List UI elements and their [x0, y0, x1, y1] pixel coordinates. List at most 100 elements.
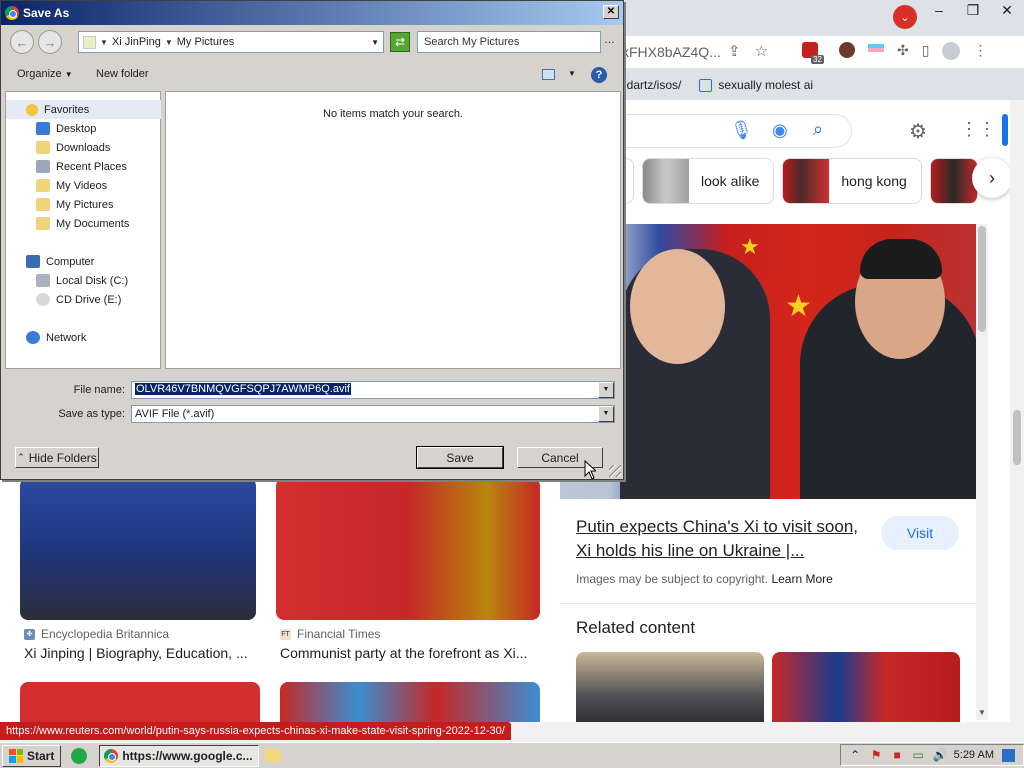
dialog-toolbar: Organize ▼ New folder	[1, 61, 623, 89]
views-icon[interactable]	[542, 69, 555, 80]
save-type-select[interactable]: AVIF File (*.avif) ▼	[131, 405, 615, 423]
result-image[interactable]	[20, 682, 260, 722]
show-desktop-icon[interactable]	[1002, 748, 1015, 762]
resize-grip[interactable]	[609, 465, 621, 477]
breadcrumb-segment[interactable]: Xi JinPing	[112, 36, 161, 48]
dialog-close-icon[interactable]: ✕	[603, 5, 619, 19]
bookmark-item[interactable]: edartz/isos/	[620, 78, 681, 92]
folder-icon[interactable]	[265, 749, 282, 762]
action-center-flag-icon[interactable]: ⚑	[870, 748, 883, 762]
preview-scrollbar[interactable]	[976, 224, 988, 720]
bookmark-star-icon[interactable]: ☆	[755, 42, 768, 60]
page-scrollbar[interactable]	[1010, 100, 1024, 722]
taskbar-chrome-task[interactable]: https://www.google.c...	[99, 744, 260, 767]
omnibox-url[interactable]: kFHX8bAZ4Q...	[622, 44, 721, 60]
tray-expand-icon[interactable]: ⌃	[849, 748, 862, 762]
learn-more-link[interactable]: Learn More	[771, 572, 832, 586]
side-panel-icon[interactable]: ▯	[922, 42, 930, 60]
apps-grid-icon[interactable]: ⋮⋮	[960, 119, 996, 140]
flag-extension-icon[interactable]	[868, 44, 884, 56]
system-tray: ⌃ ⚑ ■ ▭ 🔊 5:29 AM	[839, 744, 1024, 766]
scroll-thumb[interactable]	[1013, 410, 1021, 465]
preview-title-link[interactable]: Putin expects China's Xi to visit soon, …	[576, 515, 876, 563]
forward-arrow-icon[interactable]: →	[38, 30, 62, 54]
documents-icon	[36, 217, 50, 230]
search-options-icon[interactable]: …	[604, 34, 615, 46]
nav-my-documents[interactable]: My Documents	[6, 214, 162, 233]
hide-folders-button[interactable]: ⌃ Hide Folders	[15, 447, 99, 468]
menu-kebab-icon[interactable]: ⋮	[973, 42, 987, 60]
lens-search-icon[interactable]: ◉	[772, 120, 788, 141]
file-list-pane[interactable]: No items match your search.	[165, 91, 621, 369]
nav-network[interactable]: Network	[6, 328, 162, 347]
search-chip[interactable]	[929, 158, 978, 204]
pane-splitter[interactable]	[161, 91, 164, 369]
scroll-down-arrow-icon[interactable]: ▼	[978, 708, 986, 717]
nav-label: CD Drive (E:)	[56, 293, 122, 306]
views-dropdown-icon[interactable]: ▼	[568, 69, 576, 78]
address-dropdown-icon[interactable]: ▼	[371, 38, 379, 47]
bookmark-item[interactable]: sexually molest ai	[699, 78, 813, 93]
security-icon[interactable]: ■	[891, 748, 904, 762]
nav-my-pictures[interactable]: My Pictures	[6, 195, 162, 214]
minimize-icon[interactable]: –	[922, 0, 956, 20]
nav-downloads[interactable]: Downloads	[6, 138, 162, 157]
result-image[interactable]	[20, 478, 256, 620]
new-folder-button[interactable]: New folder	[96, 68, 149, 80]
nav-label: My Videos	[56, 179, 108, 192]
result-caption[interactable]: Communist party at the forefront as Xi..…	[280, 645, 540, 661]
nav-cd-drive[interactable]: CD Drive (E:)	[6, 290, 162, 309]
refresh-icon[interactable]: ⇄	[390, 32, 410, 52]
close-icon[interactable]: ✕	[990, 0, 1024, 20]
file-name-input[interactable]: OLVR46V7BNMQVGFSQPJ7AWMP6Q.avif ▼	[131, 381, 615, 399]
address-bar[interactable]: ▼ Xi JinPing ▼ My Pictures ▼	[78, 31, 384, 53]
network-icon[interactable]: ▭	[912, 748, 925, 762]
related-image[interactable]	[576, 652, 764, 726]
dialog-titlebar[interactable]: Save As	[1, 1, 623, 25]
breadcrumb-arrow-icon[interactable]: ▼	[100, 38, 108, 47]
tab-search-icon[interactable]: ⌄	[893, 5, 917, 29]
help-icon[interactable]: ?	[591, 67, 607, 83]
save-button[interactable]: Save	[416, 446, 504, 469]
back-arrow-icon[interactable]: ←	[10, 30, 34, 54]
related-search-chips: look alike hong kong	[620, 158, 978, 204]
search-input[interactable]: Search My Pictures	[417, 31, 601, 53]
maximize-icon[interactable]: ❐	[956, 0, 990, 20]
file-name-dropdown-icon[interactable]: ▼	[598, 382, 614, 398]
volume-icon[interactable]: 🔊	[933, 748, 948, 762]
nav-recent-places[interactable]: Recent Places	[6, 157, 162, 176]
ublock-extension-icon[interactable]: 32	[802, 42, 824, 64]
result-image[interactable]	[276, 478, 540, 620]
start-label: Start	[27, 748, 55, 763]
nav-local-disk[interactable]: Local Disk (C:)	[6, 271, 162, 290]
nav-desktop[interactable]: Desktop	[6, 119, 162, 138]
search-chip[interactable]: look alike	[642, 158, 775, 204]
avatar-extension-icon[interactable]	[839, 42, 855, 58]
related-image[interactable]	[772, 652, 960, 726]
breadcrumb-segment[interactable]: My Pictures	[177, 36, 234, 48]
save-type-dropdown-icon[interactable]: ▼	[598, 406, 614, 422]
puzzle-extensions-icon[interactable]: ✣	[897, 42, 909, 60]
voice-search-icon[interactable]: 🎙	[730, 120, 753, 141]
start-button[interactable]: Start	[2, 744, 62, 767]
chevron-right-icon[interactable]: ›	[972, 158, 1012, 198]
settings-gear-icon[interactable]: ⚙	[909, 119, 927, 144]
nav-computer[interactable]: Computer	[6, 252, 162, 271]
status-bar-url: https://www.reuters.com/world/putin-says…	[0, 722, 511, 740]
nav-favorites[interactable]: Favorites	[6, 100, 162, 119]
save-type-value: AVIF File (*.avif)	[135, 408, 215, 420]
organize-button[interactable]: Organize ▼	[17, 68, 73, 80]
scroll-thumb[interactable]	[978, 226, 986, 332]
search-icon[interactable]: ⌕	[813, 119, 823, 140]
visit-button[interactable]: Visit	[881, 516, 959, 550]
profile-icon[interactable]	[942, 42, 961, 60]
nav-my-videos[interactable]: My Videos	[6, 176, 162, 195]
result-caption[interactable]: Xi Jinping | Biography, Education, ...	[24, 645, 264, 661]
clock[interactable]: 5:29 AM	[954, 749, 994, 761]
result-image[interactable]	[280, 682, 540, 722]
quicklaunch-icon[interactable]	[71, 747, 88, 764]
search-chip[interactable]: hong kong	[782, 158, 922, 204]
nav-label: Desktop	[56, 122, 97, 135]
share-icon[interactable]: ⇪	[728, 42, 741, 60]
breadcrumb-arrow-icon[interactable]: ▼	[165, 38, 173, 47]
